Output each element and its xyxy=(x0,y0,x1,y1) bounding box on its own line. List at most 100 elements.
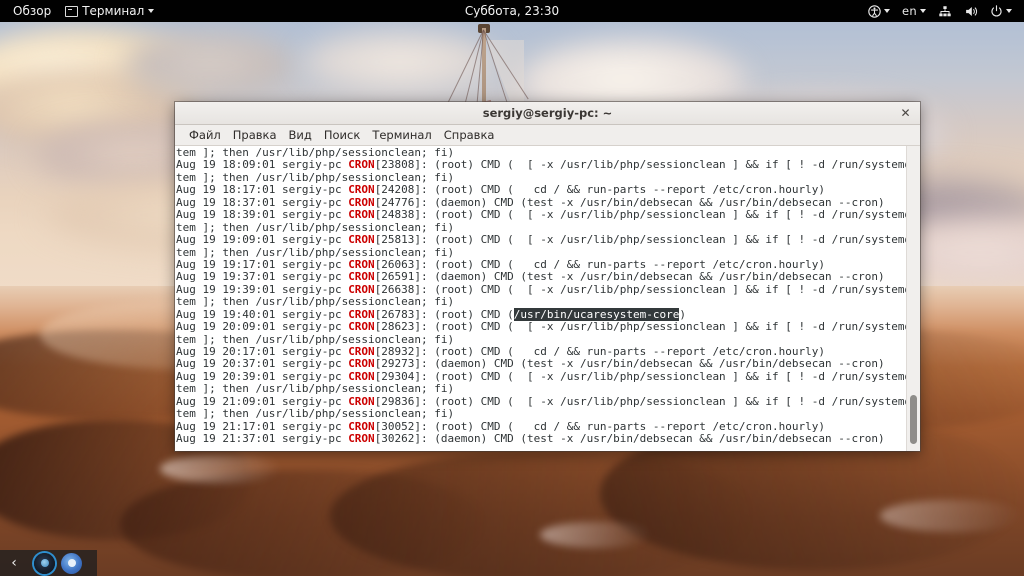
terminal-text: Aug 19 19:09:01 sergiy-pc xyxy=(176,233,348,246)
system-menu[interactable] xyxy=(984,0,1018,22)
terminal-text: tem ]; then /usr/lib/php/sessionclean; f… xyxy=(176,295,454,308)
terminal-text: [29836]: (root) CMD ( [ -x /usr/lib/php/… xyxy=(375,395,906,408)
window-titlebar[interactable]: sergiy@sergiy-pc: ~ ✕ xyxy=(175,102,920,125)
terminal-text: ) xyxy=(679,308,686,321)
close-icon[interactable]: ✕ xyxy=(898,105,913,120)
terminal-text: Aug 19 18:17:01 sergiy-pc xyxy=(176,183,348,196)
terminal-text: [28623]: (root) CMD ( [ -x /usr/lib/php/… xyxy=(375,320,906,333)
terminal-text: tem ]; then /usr/lib/php/sessionclean; f… xyxy=(176,246,454,259)
cloud-shape xyxy=(120,32,300,102)
terrain-ridge xyxy=(880,500,1020,532)
chevron-down-icon xyxy=(920,9,926,13)
window-title: sergiy@sergiy-pc: ~ xyxy=(175,106,920,120)
terminal-output[interactable]: tem ]; then /usr/lib/php/sessionclean; f… xyxy=(175,146,906,451)
network-indicator[interactable] xyxy=(932,0,958,22)
terminal-window[interactable]: sergiy@sergiy-pc: ~ ✕ Файл Правка Вид По… xyxy=(175,102,920,451)
cron-tag: CRON xyxy=(348,420,375,433)
power-icon xyxy=(990,5,1003,18)
terminal-text: [25813]: (root) CMD ( [ -x /usr/lib/php/… xyxy=(375,233,906,246)
terminal-text: [30052]: (root) CMD ( cd / && run-parts … xyxy=(375,420,825,433)
terminal-icon xyxy=(65,6,78,17)
cron-tag: CRON xyxy=(348,308,375,321)
keyboard-layout-indicator[interactable]: en xyxy=(896,0,932,22)
selected-text: /usr/bin/ucaresystem-core xyxy=(514,308,680,321)
scrollbar-thumb[interactable] xyxy=(910,395,917,444)
terminal-text: tem ]; then /usr/lib/php/sessionclean; f… xyxy=(176,146,454,159)
panel-left-group: Обзор Терминал xyxy=(0,0,161,22)
terminal-text: Aug 19 21:09:01 sergiy-pc xyxy=(176,395,348,408)
keyboard-layout-label: en xyxy=(902,4,917,18)
cron-tag: CRON xyxy=(348,208,375,221)
app-menu-label: Терминал xyxy=(82,4,144,18)
launcher-chromium-icon[interactable] xyxy=(61,553,82,574)
terminal-text: [26591]: (daemon) CMD (test -x /usr/bin/… xyxy=(375,270,885,283)
terminal-text: tem ]; then /usr/lib/php/sessionclean; f… xyxy=(176,171,454,184)
terrain-ridge xyxy=(160,455,280,483)
terminal-text: tem ]; then /usr/lib/php/sessionclean; f… xyxy=(176,221,454,234)
terminal-text: Aug 19 20:09:01 sergiy-pc xyxy=(176,320,348,333)
app-menu-terminal[interactable]: Терминал xyxy=(58,0,161,22)
terminal-text: [26638]: (root) CMD ( [ -x /usr/lib/php/… xyxy=(375,283,906,296)
cron-tag: CRON xyxy=(348,395,375,408)
terminal-body[interactable]: tem ]; then /usr/lib/php/sessionclean; f… xyxy=(175,146,920,451)
panel-tray: en xyxy=(862,0,1024,22)
cron-tag: CRON xyxy=(348,270,375,283)
menu-terminal[interactable]: Терминал xyxy=(366,126,437,144)
chevron-down-icon xyxy=(884,9,890,13)
terminal-text: [24208]: (root) CMD ( cd / && run-parts … xyxy=(375,183,825,196)
desktop-screen: Обзор Терминал Суббота, 23:30 en xyxy=(0,0,1024,576)
terminal-text: [24838]: (root) CMD ( [ -x /usr/lib/php/… xyxy=(375,208,906,221)
cron-tag: CRON xyxy=(348,183,375,196)
volume-indicator[interactable] xyxy=(958,0,984,22)
terminal-text: Aug 19 21:37:01 sergiy-pc xyxy=(176,432,348,445)
top-panel: Обзор Терминал Суббота, 23:30 en xyxy=(0,0,1024,22)
terminal-text: Aug 19 18:09:01 sergiy-pc xyxy=(176,158,348,171)
cron-tag: CRON xyxy=(348,370,375,383)
chevron-down-icon xyxy=(148,9,154,13)
terminal-text: Aug 19 19:17:01 sergiy-pc xyxy=(176,258,348,271)
menubar: Файл Правка Вид Поиск Терминал Справка xyxy=(175,125,920,146)
menu-help[interactable]: Справка xyxy=(438,126,501,144)
cron-tag: CRON xyxy=(348,158,375,171)
chevron-down-icon xyxy=(1006,9,1012,13)
cron-tag: CRON xyxy=(348,432,375,445)
cron-tag: CRON xyxy=(348,258,375,271)
terminal-text: tem ]; then /usr/lib/php/sessionclean; f… xyxy=(176,333,454,346)
cron-tag: CRON xyxy=(348,357,375,370)
cron-tag: CRON xyxy=(348,196,375,209)
terminal-text: [28932]: (root) CMD ( cd / && run-parts … xyxy=(375,345,825,358)
terminal-text: [23808]: (root) CMD ( [ -x /usr/lib/php/… xyxy=(375,158,906,171)
terminal-text: [30262]: (daemon) CMD (test -x /usr/bin/… xyxy=(375,432,885,445)
terminal-text: tem ]; then /usr/lib/php/sessionclean; f… xyxy=(176,407,454,420)
terminal-text: Aug 19 18:37:01 sergiy-pc xyxy=(176,196,348,209)
accessibility-icon xyxy=(868,5,881,18)
menu-edit[interactable]: Правка xyxy=(227,126,283,144)
terminal-text: [29273]: (daemon) CMD (test -x /usr/bin/… xyxy=(375,357,885,370)
terminal-text: Aug 19 19:40:01 sergiy-pc xyxy=(176,308,348,321)
terminal-scrollbar[interactable] xyxy=(906,146,920,451)
clock[interactable]: Суббота, 23:30 xyxy=(457,4,567,18)
terminal-text: [29304]: (root) CMD ( [ -x /usr/lib/php/… xyxy=(375,370,906,383)
cron-tag: CRON xyxy=(348,233,375,246)
terminal-text: Aug 19 21:17:01 sergiy-pc xyxy=(176,420,348,433)
menu-file[interactable]: Файл xyxy=(183,126,227,144)
accessibility-indicator[interactable] xyxy=(862,0,896,22)
menu-view[interactable]: Вид xyxy=(283,126,318,144)
terminal-line: Aug 19 21:37:01 sergiy-pc CRON[30262]: (… xyxy=(176,433,906,445)
launcher-bar: ‹ xyxy=(0,550,97,576)
launcher-back-button[interactable]: ‹ xyxy=(0,550,28,576)
cron-tag: CRON xyxy=(348,283,375,296)
terrain-ridge xyxy=(540,522,650,548)
cron-tag: CRON xyxy=(348,345,375,358)
launcher-firefox-icon[interactable] xyxy=(34,553,55,574)
terminal-text: Aug 19 19:39:01 sergiy-pc xyxy=(176,283,348,296)
network-icon xyxy=(938,5,952,18)
terminal-text: [26063]: (root) CMD ( cd / && run-parts … xyxy=(375,258,825,271)
cron-tag: CRON xyxy=(348,320,375,333)
activities-label: Обзор xyxy=(13,4,51,18)
terminal-text: Aug 19 18:39:01 sergiy-pc xyxy=(176,208,348,221)
menu-search[interactable]: Поиск xyxy=(318,126,366,144)
activities-button[interactable]: Обзор xyxy=(6,0,58,22)
volume-icon xyxy=(964,5,978,18)
terminal-text: [24776]: (daemon) CMD (test -x /usr/bin/… xyxy=(375,196,885,209)
